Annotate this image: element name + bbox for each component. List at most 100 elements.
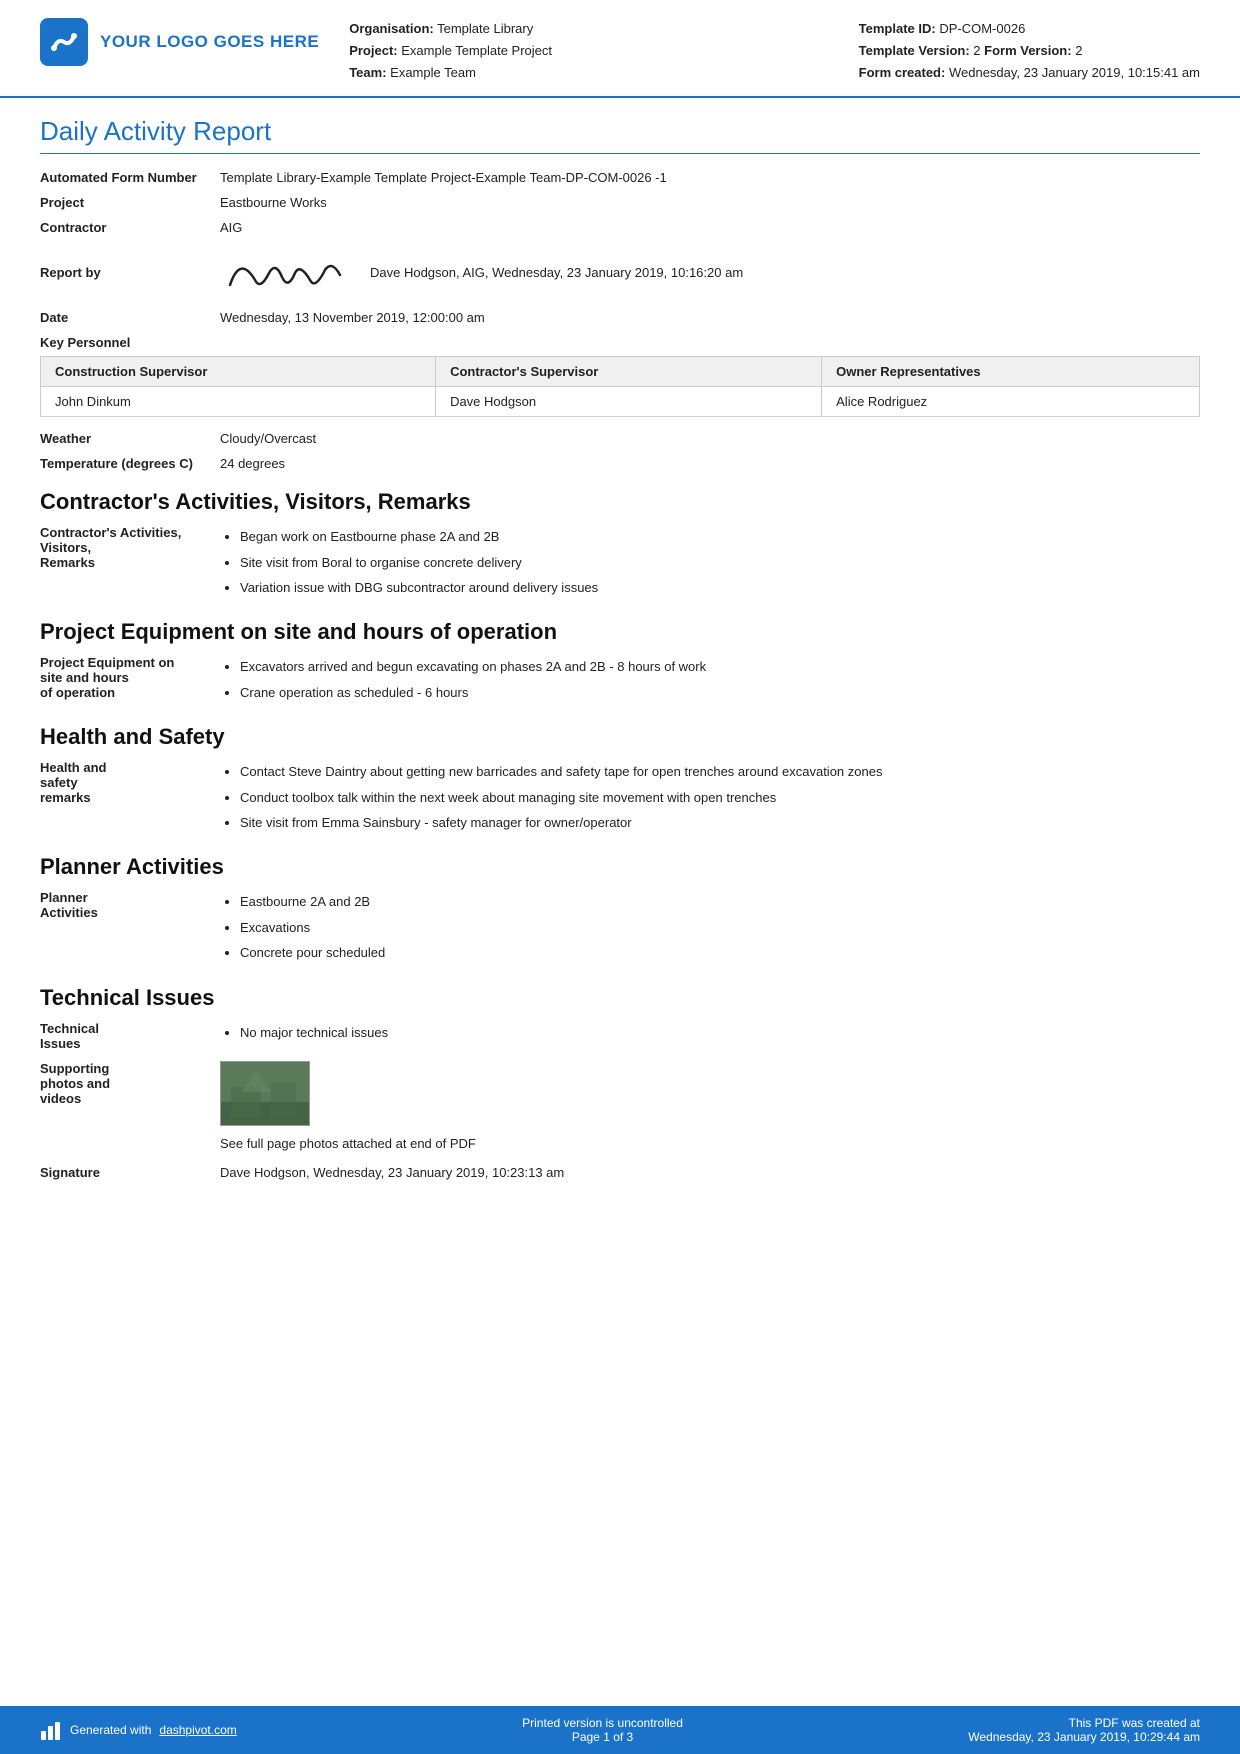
project-equipment-row: Project Equipment onsite and hoursof ope… (40, 655, 1200, 706)
project-field-label: Project (40, 195, 220, 210)
list-item: Concrete pour scheduled (240, 941, 1200, 964)
planner-activities-label: PlannerActivities (40, 890, 220, 920)
planner-activities-row: PlannerActivities Eastbourne 2A and 2B E… (40, 890, 1200, 966)
report-by-label: Report by (40, 265, 220, 280)
list-item: Site visit from Boral to organise concre… (240, 551, 1200, 574)
team-row: Team: Example Team (349, 62, 858, 84)
footer-right-text: This PDF was created at (968, 1716, 1200, 1730)
weather-row: Weather Cloudy/Overcast (40, 431, 1200, 446)
health-safety-list: Contact Steve Daintry about getting new … (220, 760, 1200, 834)
key-personnel-label: Key Personnel (40, 335, 1200, 350)
team-value: Example Team (390, 65, 476, 80)
footer-center: Printed version is uncontrolled Page 1 o… (522, 1716, 683, 1744)
header-middle: Organisation: Template Library Project: … (349, 18, 858, 84)
template-version-value: 2 (973, 43, 980, 58)
footer-right: This PDF was created at Wednesday, 23 Ja… (968, 1716, 1200, 1744)
signature-block: Dave Hodgson, AIG, Wednesday, 23 January… (220, 245, 1200, 300)
contractors-activities-value: Began work on Eastbourne phase 2A and 2B… (220, 525, 1200, 601)
technical-issues-label: TechnicalIssues (40, 1021, 220, 1051)
footer-page-text: Page 1 of 3 (522, 1730, 683, 1744)
health-safety-value: Contact Steve Daintry about getting new … (220, 760, 1200, 836)
logo-text: YOUR LOGO GOES HERE (100, 32, 319, 52)
report-by-text: Dave Hodgson, AIG, Wednesday, 23 January… (370, 265, 743, 280)
form-created-value: Wednesday, 23 January 2019, 10:15:41 am (949, 65, 1200, 80)
col-owner-representatives: Owner Representatives (822, 357, 1200, 387)
form-version-label: Form Version: (984, 43, 1071, 58)
contractor-row: Contractor AIG (40, 220, 1200, 235)
list-item: Contact Steve Daintry about getting new … (240, 760, 1200, 783)
col-construction-supervisor: Construction Supervisor (41, 357, 436, 387)
list-item: Excavations (240, 916, 1200, 939)
template-id-row: Template ID: DP-COM-0026 (859, 18, 1200, 40)
template-id-value: DP-COM-0026 (939, 21, 1025, 36)
form-number-value: Template Library-Example Template Projec… (220, 170, 1200, 185)
template-version-row: Template Version: 2 Form Version: 2 (859, 40, 1200, 62)
planner-activities-list: Eastbourne 2A and 2B Excavations Concret… (220, 890, 1200, 964)
form-version-value: 2 (1075, 43, 1082, 58)
footer-link[interactable]: dashpivot.com (159, 1723, 236, 1737)
health-safety-title: Health and Safety (40, 724, 1200, 750)
project-row: Project: Example Template Project (349, 40, 858, 62)
date-row: Date Wednesday, 13 November 2019, 12:00:… (40, 310, 1200, 325)
footer-right-date: Wednesday, 23 January 2019, 10:29:44 am (968, 1730, 1200, 1744)
project-value: Example Template Project (401, 43, 552, 58)
template-version-label: Template Version: (859, 43, 970, 58)
project-equipment-label: Project Equipment onsite and hoursof ope… (40, 655, 220, 700)
technical-issues-row: TechnicalIssues No major technical issue… (40, 1021, 1200, 1051)
temperature-row: Temperature (degrees C) 24 degrees (40, 456, 1200, 471)
contractors-activities-row: Contractor's Activities,Visitors,Remarks… (40, 525, 1200, 601)
planner-activities-title: Planner Activities (40, 854, 1200, 880)
org-row: Organisation: Template Library (349, 18, 858, 40)
list-item: Eastbourne 2A and 2B (240, 890, 1200, 913)
personnel-header-row: Construction Supervisor Contractor's Sup… (41, 357, 1200, 387)
health-safety-row: Health andsafetyremarks Contact Steve Da… (40, 760, 1200, 836)
temperature-value: 24 degrees (220, 456, 1200, 471)
contractors-activities-list: Began work on Eastbourne phase 2A and 2B… (220, 525, 1200, 599)
project-equipment-title: Project Equipment on site and hours of o… (40, 619, 1200, 645)
page: YOUR LOGO GOES HERE Organisation: Templa… (0, 0, 1240, 1754)
form-number-row: Automated Form Number Template Library-E… (40, 170, 1200, 185)
technical-issues-title: Technical Issues (40, 985, 1200, 1011)
list-item: Conduct toolbox talk within the next wee… (240, 786, 1200, 809)
weather-value: Cloudy/Overcast (220, 431, 1200, 446)
signature-svg (220, 245, 350, 300)
report-title: Daily Activity Report (40, 116, 1200, 154)
supporting-photos-value: See full page photos attached at end of … (220, 1061, 1200, 1151)
report-by-value-container: Dave Hodgson, AIG, Wednesday, 23 January… (220, 245, 1200, 300)
form-created-row: Form created: Wednesday, 23 January 2019… (859, 62, 1200, 84)
personnel-table: Construction Supervisor Contractor's Sup… (40, 356, 1200, 417)
list-item: Site visit from Emma Sainsbury - safety … (240, 811, 1200, 834)
weather-label: Weather (40, 431, 220, 446)
col-contractors-supervisor: Contractor's Supervisor (436, 357, 822, 387)
footer-logo-icon (40, 1719, 62, 1741)
cell-contractors-supervisor: Dave Hodgson (436, 387, 822, 417)
signature-value: Dave Hodgson, Wednesday, 23 January 2019… (220, 1165, 1200, 1180)
contractor-label: Contractor (40, 220, 220, 235)
footer: Generated with dashpivot.com Printed ver… (0, 1706, 1240, 1754)
contractor-value: AIG (220, 220, 1200, 235)
photo-thumbnail (220, 1061, 310, 1126)
form-number-label: Automated Form Number (40, 170, 220, 185)
project-equipment-value: Excavators arrived and begun excavating … (220, 655, 1200, 706)
table-row: John Dinkum Dave Hodgson Alice Rodriguez (41, 387, 1200, 417)
list-item: No major technical issues (240, 1021, 1200, 1044)
list-item: Crane operation as scheduled - 6 hours (240, 681, 1200, 704)
team-label: Team: (349, 65, 386, 80)
photo-caption: See full page photos attached at end of … (220, 1136, 1200, 1151)
technical-issues-list: No major technical issues (220, 1021, 1200, 1044)
signature-row: Signature Dave Hodgson, Wednesday, 23 Ja… (40, 1165, 1200, 1180)
report-by-row: Report by Dave Hodgson, AIG, Wednesday, … (40, 245, 1200, 300)
date-label: Date (40, 310, 220, 325)
health-safety-label: Health andsafetyremarks (40, 760, 220, 805)
logo-icon (40, 18, 88, 66)
cell-construction-supervisor: John Dinkum (41, 387, 436, 417)
temperature-label: Temperature (degrees C) (40, 456, 220, 471)
technical-issues-value: No major technical issues (220, 1021, 1200, 1046)
planner-activities-value: Eastbourne 2A and 2B Excavations Concret… (220, 890, 1200, 966)
date-value: Wednesday, 13 November 2019, 12:00:00 am (220, 310, 1200, 325)
main-content: Daily Activity Report Automated Form Num… (0, 98, 1240, 1706)
list-item: Began work on Eastbourne phase 2A and 2B (240, 525, 1200, 548)
contractors-activities-label: Contractor's Activities,Visitors,Remarks (40, 525, 220, 570)
contractors-activities-title: Contractor's Activities, Visitors, Remar… (40, 489, 1200, 515)
supporting-photos-label: Supportingphotos andvideos (40, 1061, 220, 1106)
